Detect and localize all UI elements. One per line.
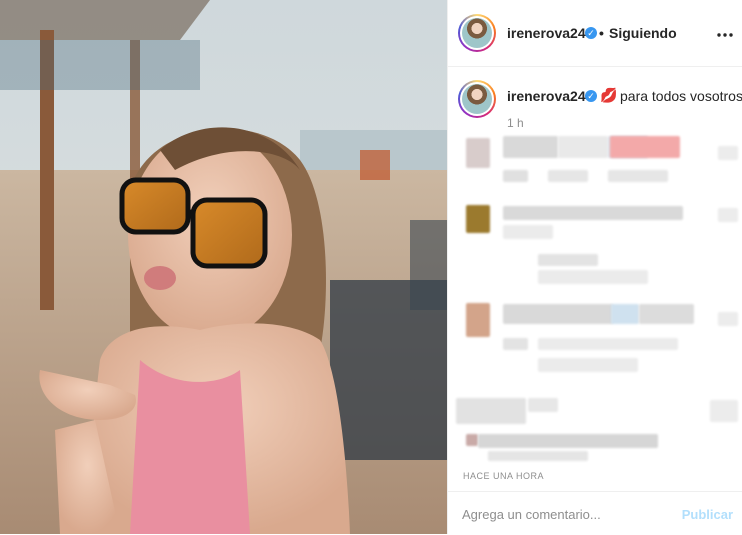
comment-input[interactable] (462, 505, 662, 523)
comment-blurred-text (503, 304, 613, 324)
comment-avatar (466, 434, 478, 446)
post-side-panel: irenerova24 ✓ • Siguiendo irenerova24 ✓ … (447, 0, 742, 534)
comment-blurred-meta (503, 338, 528, 350)
comment-blurred-meta (488, 451, 588, 461)
comment-avatar (466, 205, 490, 233)
comment-blurred-meta (538, 254, 598, 266)
comment-like-icon[interactable] (718, 208, 738, 222)
author-avatar[interactable] (458, 14, 496, 52)
verified-icon: ✓ (585, 90, 597, 102)
comment-avatar (466, 138, 490, 168)
comment-blurred-text (456, 398, 526, 424)
comment-blurred-text (610, 136, 680, 158)
comment-blurred-text (478, 434, 658, 448)
verified-icon: ✓ (585, 27, 597, 39)
following-button[interactable]: Siguiendo (609, 25, 677, 41)
comment-blurred-meta (503, 170, 528, 182)
kiss-emoji: 💋 (600, 87, 618, 103)
comment-blurred-text (558, 136, 608, 158)
comment-blurred-text (538, 270, 648, 284)
post-photo-illustration (0, 0, 447, 534)
comment-like-icon[interactable] (710, 400, 738, 422)
comment-blurred-meta (538, 338, 678, 350)
comment-blurred-meta (548, 170, 588, 182)
post-photo[interactable] (0, 0, 447, 534)
comment-blurred-text (503, 225, 553, 239)
caption-avatar[interactable] (458, 80, 496, 118)
comment-like-icon[interactable] (718, 312, 738, 326)
caption-text: para todos vosotros (620, 88, 742, 104)
comment-bar: Publicar (448, 491, 742, 535)
post-time-ago: Hace una hora (463, 471, 545, 481)
caption-username[interactable]: irenerova24 (507, 88, 586, 104)
comment-blurred-text (538, 358, 638, 372)
comment-blurred-text (503, 136, 558, 158)
comment-blurred-text (639, 304, 694, 324)
comment-blurred-text (503, 206, 683, 220)
comment-blurred-meta (608, 170, 668, 182)
comment-blurred-text (528, 398, 558, 412)
comment-blurred-text (611, 304, 639, 324)
follow-separator: • (599, 25, 604, 41)
comment-like-icon[interactable] (718, 146, 738, 160)
post-header: irenerova24 ✓ • Siguiendo (448, 0, 742, 67)
comment-avatar (466, 303, 490, 337)
header-username[interactable]: irenerova24 (507, 25, 586, 41)
more-options-icon[interactable] (717, 22, 733, 40)
publish-button[interactable]: Publicar (682, 507, 733, 522)
caption-timestamp[interactable]: 1 h (507, 116, 524, 130)
